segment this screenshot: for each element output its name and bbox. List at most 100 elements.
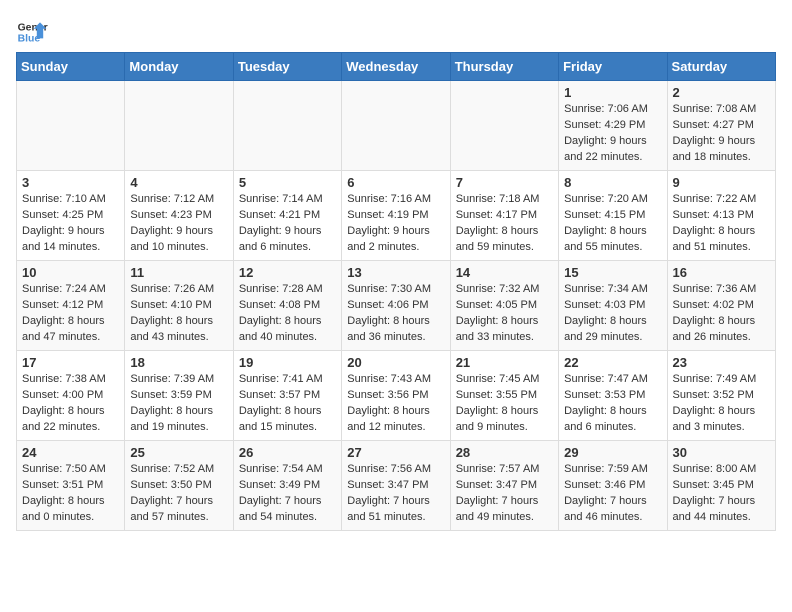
day-number: 27 — [347, 445, 444, 460]
day-info: Sunrise: 7:38 AMSunset: 4:00 PMDaylight:… — [22, 372, 119, 436]
calendar-cell: 5Sunrise: 7:14 AMSunset: 4:21 PMDaylight… — [233, 171, 341, 261]
day-info: Sunrise: 7:50 AMSunset: 3:51 PMDaylight:… — [22, 462, 119, 526]
day-number: 29 — [564, 445, 661, 460]
day-info: Sunrise: 7:18 AMSunset: 4:17 PMDaylight:… — [456, 192, 553, 256]
calendar-cell: 17Sunrise: 7:38 AMSunset: 4:00 PMDayligh… — [17, 351, 125, 441]
calendar-cell: 1 Sunrise: 7:06 AMSunset: 4:29 PMDaylight… — [559, 81, 667, 171]
calendar-week-row: 17Sunrise: 7:38 AMSunset: 4:00 PMDayligh… — [17, 351, 776, 441]
day-number: 5 — [239, 175, 336, 190]
calendar-cell: 22 Sunrise: 7:47 AMSunset: 3:53 PMDayligh… — [559, 351, 667, 441]
logo: General Blue — [16, 16, 48, 48]
day-info: Sunrise: 8:00 AMSunset: 3:45 PMDaylight:… — [673, 462, 770, 526]
day-info: Sunrise: 7:32 AMSunset: 4:05 PMDaylight:… — [456, 282, 553, 346]
day-info: Sunrise: 7:22 AMSunset: 4:13 PMDaylight:… — [673, 192, 770, 256]
day-info: Sunrise: 7:47 AMSunset: 3:53 PMDaylight:… — [564, 372, 661, 436]
day-info: Sunrise: 7:36 AMSunset: 4:02 PMDaylight:… — [673, 282, 770, 346]
day-info: Sunrise: 7:20 AMSunset: 4:15 PMDaylight:… — [564, 192, 661, 256]
weekday-header-sunday: Sunday — [17, 53, 125, 81]
day-number: 6 — [347, 175, 444, 190]
day-number: 12 — [239, 265, 336, 280]
calendar-cell: 29 Sunrise: 7:59 AMSunset: 3:46 PMDayligh… — [559, 441, 667, 531]
calendar-cell: 7 Sunrise: 7:18 AMSunset: 4:17 PMDaylight… — [450, 171, 558, 261]
calendar-week-row: 1 Sunrise: 7:06 AMSunset: 4:29 PMDaylight… — [17, 81, 776, 171]
day-number: 7 — [456, 175, 553, 190]
weekday-header-friday: Friday — [559, 53, 667, 81]
day-info: Sunrise: 7:57 AMSunset: 3:47 PMDaylight:… — [456, 462, 553, 526]
day-info: Sunrise: 7:59 AMSunset: 3:46 PMDaylight:… — [564, 462, 661, 526]
calendar-cell: 11 Sunrise: 7:26 AMSunset: 4:10 PMDayligh… — [125, 261, 233, 351]
calendar-cell: 27 Sunrise: 7:56 AMSunset: 3:47 PMDayligh… — [342, 441, 450, 531]
day-number: 8 — [564, 175, 661, 190]
calendar-body: 1 Sunrise: 7:06 AMSunset: 4:29 PMDaylight… — [17, 81, 776, 531]
day-number: 11 — [130, 265, 227, 280]
header: General Blue — [16, 16, 776, 48]
day-number: 23 — [673, 355, 770, 370]
calendar-cell: 12 Sunrise: 7:28 AMSunset: 4:08 PMDayligh… — [233, 261, 341, 351]
calendar-cell: 8 Sunrise: 7:20 AMSunset: 4:15 PMDaylight… — [559, 171, 667, 261]
calendar-cell: 10Sunrise: 7:24 AMSunset: 4:12 PMDayligh… — [17, 261, 125, 351]
calendar-cell: 30 Sunrise: 8:00 AMSunset: 3:45 PMDayligh… — [667, 441, 775, 531]
calendar-cell — [233, 81, 341, 171]
logo-icon: General Blue — [16, 16, 48, 48]
day-number: 14 — [456, 265, 553, 280]
day-info: Sunrise: 7:34 AMSunset: 4:03 PMDaylight:… — [564, 282, 661, 346]
day-info: Sunrise: 7:41 AMSunset: 3:57 PMDaylight:… — [239, 372, 336, 436]
day-number: 25 — [130, 445, 227, 460]
day-info: Sunrise: 7:56 AMSunset: 3:47 PMDaylight:… — [347, 462, 444, 526]
weekday-header-row: SundayMondayTuesdayWednesdayThursdayFrid… — [17, 53, 776, 81]
calendar-cell: 4 Sunrise: 7:12 AMSunset: 4:23 PMDaylight… — [125, 171, 233, 261]
calendar-cell: 6Sunrise: 7:16 AMSunset: 4:19 PMDaylight… — [342, 171, 450, 261]
day-info: Sunrise: 7:06 AMSunset: 4:29 PMDaylight:… — [564, 102, 661, 166]
calendar-cell: 18Sunrise: 7:39 AMSunset: 3:59 PMDayligh… — [125, 351, 233, 441]
day-number: 1 — [564, 85, 661, 100]
day-number: 9 — [673, 175, 770, 190]
calendar-cell — [17, 81, 125, 171]
calendar-cell: 20Sunrise: 7:43 AMSunset: 3:56 PMDayligh… — [342, 351, 450, 441]
day-info: Sunrise: 7:52 AMSunset: 3:50 PMDaylight:… — [130, 462, 227, 526]
day-info: Sunrise: 7:10 AMSunset: 4:25 PMDaylight:… — [22, 192, 119, 256]
day-number: 30 — [673, 445, 770, 460]
calendar-cell — [125, 81, 233, 171]
day-info: Sunrise: 7:28 AMSunset: 4:08 PMDaylight:… — [239, 282, 336, 346]
calendar-cell: 14 Sunrise: 7:32 AMSunset: 4:05 PMDayligh… — [450, 261, 558, 351]
day-info: Sunrise: 7:54 AMSunset: 3:49 PMDaylight:… — [239, 462, 336, 526]
day-number: 22 — [564, 355, 661, 370]
day-number: 13 — [347, 265, 444, 280]
calendar-cell: 25 Sunrise: 7:52 AMSunset: 3:50 PMDayligh… — [125, 441, 233, 531]
calendar-table: SundayMondayTuesdayWednesdayThursdayFrid… — [16, 52, 776, 531]
calendar-week-row: 24 Sunrise: 7:50 AMSunset: 3:51 PMDayligh… — [17, 441, 776, 531]
day-info: Sunrise: 7:26 AMSunset: 4:10 PMDaylight:… — [130, 282, 227, 346]
calendar-week-row: 3 Sunrise: 7:10 AMSunset: 4:25 PMDaylight… — [17, 171, 776, 261]
day-number: 18 — [130, 355, 227, 370]
weekday-header-thursday: Thursday — [450, 53, 558, 81]
day-info: Sunrise: 7:12 AMSunset: 4:23 PMDaylight:… — [130, 192, 227, 256]
calendar-cell: 9 Sunrise: 7:22 AMSunset: 4:13 PMDaylight… — [667, 171, 775, 261]
day-number: 26 — [239, 445, 336, 460]
day-number: 4 — [130, 175, 227, 190]
weekday-header-monday: Monday — [125, 53, 233, 81]
calendar-header: SundayMondayTuesdayWednesdayThursdayFrid… — [17, 53, 776, 81]
calendar-cell: 2Sunrise: 7:08 AMSunset: 4:27 PMDaylight… — [667, 81, 775, 171]
day-info: Sunrise: 7:24 AMSunset: 4:12 PMDaylight:… — [22, 282, 119, 346]
calendar-cell — [342, 81, 450, 171]
calendar-week-row: 10Sunrise: 7:24 AMSunset: 4:12 PMDayligh… — [17, 261, 776, 351]
day-number: 28 — [456, 445, 553, 460]
day-info: Sunrise: 7:49 AMSunset: 3:52 PMDaylight:… — [673, 372, 770, 436]
day-number: 21 — [456, 355, 553, 370]
day-number: 19 — [239, 355, 336, 370]
day-info: Sunrise: 7:45 AMSunset: 3:55 PMDaylight:… — [456, 372, 553, 436]
calendar-cell: 13 Sunrise: 7:30 AMSunset: 4:06 PMDayligh… — [342, 261, 450, 351]
calendar-cell: 15Sunrise: 7:34 AMSunset: 4:03 PMDayligh… — [559, 261, 667, 351]
calendar-cell: 24 Sunrise: 7:50 AMSunset: 3:51 PMDayligh… — [17, 441, 125, 531]
day-info: Sunrise: 7:30 AMSunset: 4:06 PMDaylight:… — [347, 282, 444, 346]
calendar-cell: 16Sunrise: 7:36 AMSunset: 4:02 PMDayligh… — [667, 261, 775, 351]
day-number: 3 — [22, 175, 119, 190]
weekday-header-tuesday: Tuesday — [233, 53, 341, 81]
calendar-cell: 19 Sunrise: 7:41 AMSunset: 3:57 PMDayligh… — [233, 351, 341, 441]
calendar-cell: 3 Sunrise: 7:10 AMSunset: 4:25 PMDaylight… — [17, 171, 125, 261]
day-number: 2 — [673, 85, 770, 100]
calendar-cell: 23 Sunrise: 7:49 AMSunset: 3:52 PMDayligh… — [667, 351, 775, 441]
day-info: Sunrise: 7:43 AMSunset: 3:56 PMDaylight:… — [347, 372, 444, 436]
calendar-cell: 28 Sunrise: 7:57 AMSunset: 3:47 PMDayligh… — [450, 441, 558, 531]
day-number: 24 — [22, 445, 119, 460]
